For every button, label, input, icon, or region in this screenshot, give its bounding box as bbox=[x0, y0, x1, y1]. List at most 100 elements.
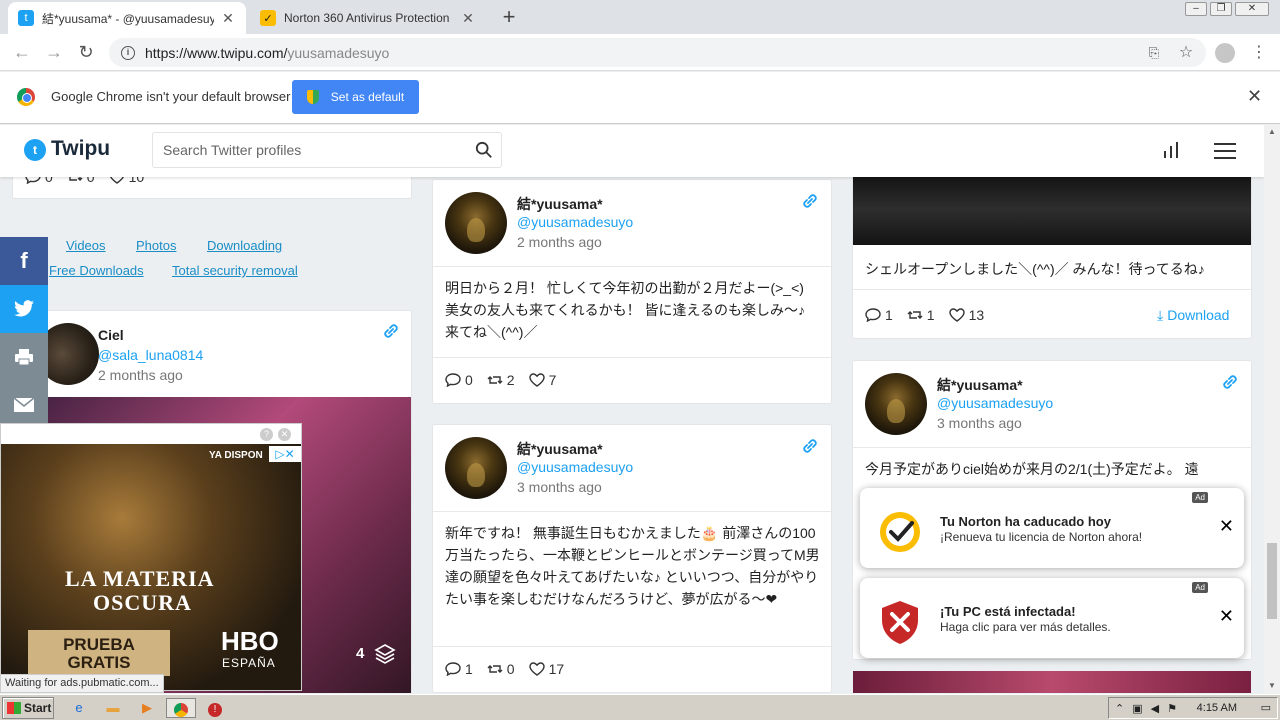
popup-close-icon[interactable]: ✕ bbox=[1219, 516, 1234, 537]
red-alert-icon[interactable]: ! bbox=[204, 698, 226, 718]
ie-icon[interactable]: e bbox=[68, 698, 90, 718]
maximize-button[interactable]: ❐ bbox=[1210, 2, 1232, 16]
tweet-author-handle[interactable]: @yuusamadesuyo bbox=[517, 459, 633, 475]
reply-icon[interactable] bbox=[865, 308, 881, 322]
minimize-button[interactable]: – bbox=[1185, 2, 1207, 16]
stats-icon[interactable] bbox=[1162, 141, 1180, 159]
layers-icon[interactable] bbox=[374, 643, 396, 665]
link-icon[interactable] bbox=[1220, 372, 1240, 392]
twitter-share-icon[interactable] bbox=[0, 285, 48, 333]
nav-link-total-security-removal[interactable]: Total security removal bbox=[172, 263, 298, 278]
search-input[interactable]: Search Twitter profiles bbox=[152, 132, 502, 168]
ad-close-icon[interactable]: ✕ bbox=[278, 428, 291, 441]
avatar[interactable] bbox=[445, 437, 507, 499]
facebook-share-icon[interactable]: f bbox=[0, 237, 48, 285]
tweet-text: 明日から２月！ 忙しくて今年初の出勤が２月だよー(>_<) 美女の友人も来てくれ… bbox=[445, 280, 806, 340]
close-tab-icon[interactable]: ✕ bbox=[460, 10, 476, 27]
like-heart-icon[interactable] bbox=[948, 308, 965, 322]
forward-button[interactable]: → bbox=[42, 40, 66, 64]
scroll-down-icon[interactable]: ▼ bbox=[1264, 679, 1280, 693]
system-tray: ⌃ ▣ ◀ ⚑ 4:15 AM ▭ bbox=[1108, 697, 1278, 719]
tweet-image[interactable] bbox=[853, 165, 1251, 245]
reload-button[interactable]: ↻ bbox=[74, 40, 98, 64]
link-icon[interactable] bbox=[800, 191, 820, 211]
tweet-author-name[interactable]: 結*yuusama* bbox=[517, 194, 603, 214]
retweet-icon[interactable] bbox=[487, 373, 503, 387]
avatar[interactable] bbox=[865, 373, 927, 435]
link-icon[interactable] bbox=[381, 321, 401, 341]
tweet-image[interactable] bbox=[853, 671, 1251, 693]
hamburger-menu-icon[interactable] bbox=[1214, 143, 1236, 164]
tweet-timestamp: 2 months ago bbox=[98, 367, 183, 383]
bookmark-star-icon[interactable]: ☆ bbox=[1176, 43, 1196, 63]
network-icon[interactable]: ▣ bbox=[1132, 702, 1142, 715]
email-share-icon[interactable] bbox=[0, 381, 48, 429]
close-tab-icon[interactable]: ✕ bbox=[220, 10, 236, 27]
popup-close-icon[interactable]: ✕ bbox=[1219, 606, 1234, 627]
infobar-close-icon[interactable]: ✕ bbox=[1247, 86, 1262, 107]
tab-norton[interactable]: ✓ Norton 360 Antivirus Protection ✕ bbox=[250, 2, 486, 34]
like-heart-icon[interactable] bbox=[528, 662, 545, 676]
red-shield-x-icon bbox=[882, 601, 918, 644]
retweet-count: 2 bbox=[506, 372, 515, 388]
hbo-banner-ad[interactable]: ? ✕ YA DISPON ▷✕ LA MATERIA OSCURA PRUEB… bbox=[0, 423, 302, 691]
volume-icon[interactable]: ◀ bbox=[1151, 702, 1159, 715]
print-share-icon[interactable] bbox=[0, 333, 48, 381]
tab-twipu[interactable]: t 結*yuusama* - @yuusamadesuyo Tw ✕ bbox=[8, 2, 246, 34]
link-icon[interactable] bbox=[800, 436, 820, 456]
nav-link-photos[interactable]: Photos bbox=[136, 238, 176, 253]
nav-link-videos[interactable]: Videos bbox=[66, 238, 106, 253]
nav-link-downloading[interactable]: Downloading bbox=[207, 238, 282, 253]
set-as-default-button[interactable]: Set as default bbox=[292, 80, 419, 114]
ad-info-icon[interactable]: ? bbox=[260, 428, 273, 441]
start-button[interactable]: Start bbox=[2, 697, 54, 719]
back-button[interactable]: ← bbox=[10, 40, 34, 64]
search-icon[interactable] bbox=[475, 141, 493, 159]
infected-warning-popup[interactable]: Ad ¡Tu PC está infectada! Haga clic para… bbox=[860, 578, 1244, 658]
nav-link-free-downloads[interactable]: Free Downloads bbox=[49, 263, 144, 278]
like-heart-icon[interactable] bbox=[528, 373, 545, 387]
url-domain: https://www.twipu.com/ bbox=[145, 44, 288, 61]
hbo-logo: HBO bbox=[221, 626, 279, 656]
tweet-timestamp: 2 months ago bbox=[517, 234, 602, 250]
page-scrollbar[interactable]: ▲ ▼ bbox=[1264, 125, 1280, 693]
explorer-folder-icon[interactable]: ▬ bbox=[102, 698, 124, 718]
retweet-icon[interactable] bbox=[487, 662, 503, 676]
translate-icon[interactable]: ⎘ bbox=[1144, 43, 1164, 63]
tweet-author-name[interactable]: 結*yuusama* bbox=[517, 439, 603, 459]
tweet-author-handle[interactable]: @yuusamadesuyo bbox=[937, 395, 1053, 411]
reply-icon[interactable] bbox=[445, 662, 461, 676]
chrome-menu-icon[interactable]: ⋮ bbox=[1249, 43, 1269, 63]
tweet-author-handle[interactable]: @sala_luna0814 bbox=[98, 347, 203, 363]
action-center-icon[interactable]: ⚑ bbox=[1167, 702, 1177, 715]
retweet-icon[interactable] bbox=[907, 308, 923, 322]
tweet-author-handle[interactable]: @yuusamadesuyo bbox=[517, 214, 633, 230]
scrollbar-thumb[interactable] bbox=[1267, 543, 1277, 619]
profile-avatar-icon[interactable] bbox=[1215, 43, 1235, 63]
show-desktop-icon[interactable]: ▭ bbox=[1261, 701, 1271, 714]
reply-count: 1 bbox=[465, 661, 473, 677]
browser-tab-strip: t 結*yuusama* - @yuusamadesuyo Tw ✕ ✓ Nor… bbox=[0, 0, 1280, 34]
avatar[interactable] bbox=[445, 192, 507, 254]
info-icon[interactable]: i bbox=[121, 45, 135, 60]
chrome-taskbar-icon[interactable] bbox=[166, 698, 196, 718]
popup-subtitle: ¡Renueva tu licencia de Norton ahora! bbox=[940, 530, 1143, 544]
new-tab-button[interactable]: + bbox=[497, 5, 521, 29]
set-as-default-label: Set as default bbox=[330, 90, 405, 104]
download-link[interactable]: ⤓ Download bbox=[1157, 307, 1229, 324]
tweet-author-name[interactable]: Ciel bbox=[98, 327, 124, 343]
tweet-card: 結*yuusama* @yuusamadesuyo 2 months ago 明… bbox=[432, 179, 832, 404]
twipu-logo-icon[interactable]: t bbox=[24, 139, 46, 161]
norton-expired-popup[interactable]: Ad Tu Norton ha caducado hoy ¡Renueva tu… bbox=[860, 488, 1244, 568]
close-window-button[interactable]: ✕ bbox=[1235, 2, 1269, 16]
media-player-icon[interactable]: ▶ bbox=[136, 698, 158, 718]
reply-icon[interactable] bbox=[445, 373, 461, 387]
tweet-author-name[interactable]: 結*yuusama* bbox=[937, 375, 1023, 395]
ad-cta-button[interactable]: PRUEBA GRATIS bbox=[28, 630, 170, 676]
scroll-up-icon[interactable]: ▲ bbox=[1264, 125, 1280, 139]
tray-expand-icon[interactable]: ⌃ bbox=[1115, 702, 1124, 715]
site-logo[interactable]: Twipu bbox=[51, 137, 110, 161]
adchoices-icon[interactable]: ▷✕ bbox=[269, 446, 301, 462]
windows-taskbar: Start e ▬ ▶ ! ⌃ ▣ ◀ ⚑ 4:15 AM ▭ bbox=[0, 694, 1280, 720]
address-bar[interactable]: i https://www.twipu.com/yuusamadesuyo bbox=[109, 38, 1206, 67]
